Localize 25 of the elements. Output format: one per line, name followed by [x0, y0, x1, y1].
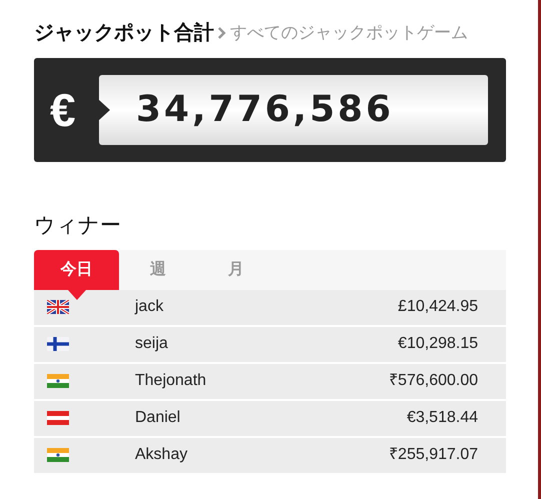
all-jackpot-games-link[interactable]: すべてのジャックポットゲーム: [218, 20, 468, 46]
winner-amount: €3,518.44: [406, 408, 478, 428]
chevron-right-icon: [218, 27, 226, 39]
winner-name: seija: [135, 334, 168, 354]
period-tab[interactable]: 月: [197, 250, 275, 290]
counter-notch: [98, 99, 110, 121]
winner-name: Daniel: [135, 408, 180, 428]
jackpot-amount: 34,776,586: [136, 88, 394, 132]
winner-amount: €10,298.15: [398, 334, 478, 354]
currency-symbol: €: [50, 82, 77, 138]
winner-name: Akshay: [135, 445, 188, 465]
period-tab[interactable]: 週: [119, 250, 197, 290]
flag-icon: [47, 448, 69, 462]
flag-icon: [47, 374, 69, 388]
flag-icon: [47, 337, 69, 351]
jackpot-title: ジャックポット合計: [34, 21, 214, 46]
winners-title: ウィナー: [34, 213, 122, 239]
winner-amount: ₹576,600.00: [388, 371, 478, 391]
flag-icon: [47, 411, 69, 425]
winner-name: Thejonath: [135, 371, 206, 391]
winner-amount: £10,424.95: [398, 297, 478, 317]
flag-icon: [47, 300, 69, 314]
period-tab[interactable]: 今日: [34, 250, 119, 290]
winner-amount: ₹255,917.07: [388, 445, 478, 465]
winner-name: jack: [135, 297, 164, 317]
